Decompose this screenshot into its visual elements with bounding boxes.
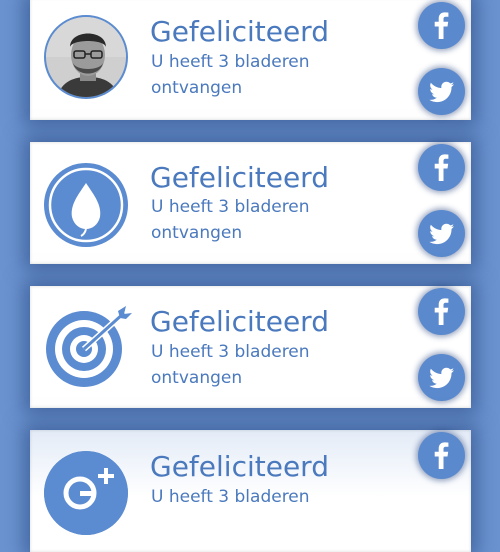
- facebook-share-button[interactable]: [418, 432, 465, 479]
- notification-card[interactable]: Gefeliciteerd U heeft 3 bladeren ontvang…: [30, 142, 471, 264]
- notification-card[interactable]: Gefeliciteerd U heeft 3 bladeren: [30, 430, 471, 552]
- user-avatar: [44, 15, 128, 99]
- target-icon: [44, 305, 132, 389]
- facebook-icon: [434, 298, 449, 325]
- twitter-share-button[interactable]: [418, 210, 465, 257]
- notification-message: U heeft 3 bladeren ontvangen: [151, 52, 310, 98]
- notification-card[interactable]: Gefeliciteerd U heeft 3 bladeren ontvang…: [30, 286, 471, 408]
- leaf-icon: [44, 163, 128, 247]
- twitter-icon: [429, 81, 454, 103]
- notification-message: U heeft 3 bladeren: [151, 487, 310, 507]
- notification-title: Gefeliciteerd: [150, 305, 329, 338]
- facebook-share-button[interactable]: [418, 2, 465, 49]
- facebook-icon: [434, 154, 449, 181]
- twitter-icon: [429, 367, 454, 389]
- twitter-icon: [429, 223, 454, 245]
- twitter-share-button[interactable]: [418, 354, 465, 401]
- notification-title: Gefeliciteerd: [150, 450, 329, 483]
- notification-message: U heeft 3 bladeren ontvangen: [151, 342, 310, 388]
- notification-title: Gefeliciteerd: [150, 15, 329, 48]
- facebook-icon: [434, 442, 449, 469]
- facebook-icon: [434, 12, 449, 39]
- twitter-share-button[interactable]: [418, 68, 465, 115]
- notification-card[interactable]: Gefeliciteerd U heeft 3 bladeren ontvang…: [30, 0, 471, 120]
- notification-title: Gefeliciteerd: [150, 161, 329, 194]
- facebook-share-button[interactable]: [418, 144, 465, 191]
- facebook-share-button[interactable]: [418, 288, 465, 335]
- notification-message: U heeft 3 bladeren ontvangen: [151, 197, 310, 243]
- google-plus-icon: [44, 451, 128, 535]
